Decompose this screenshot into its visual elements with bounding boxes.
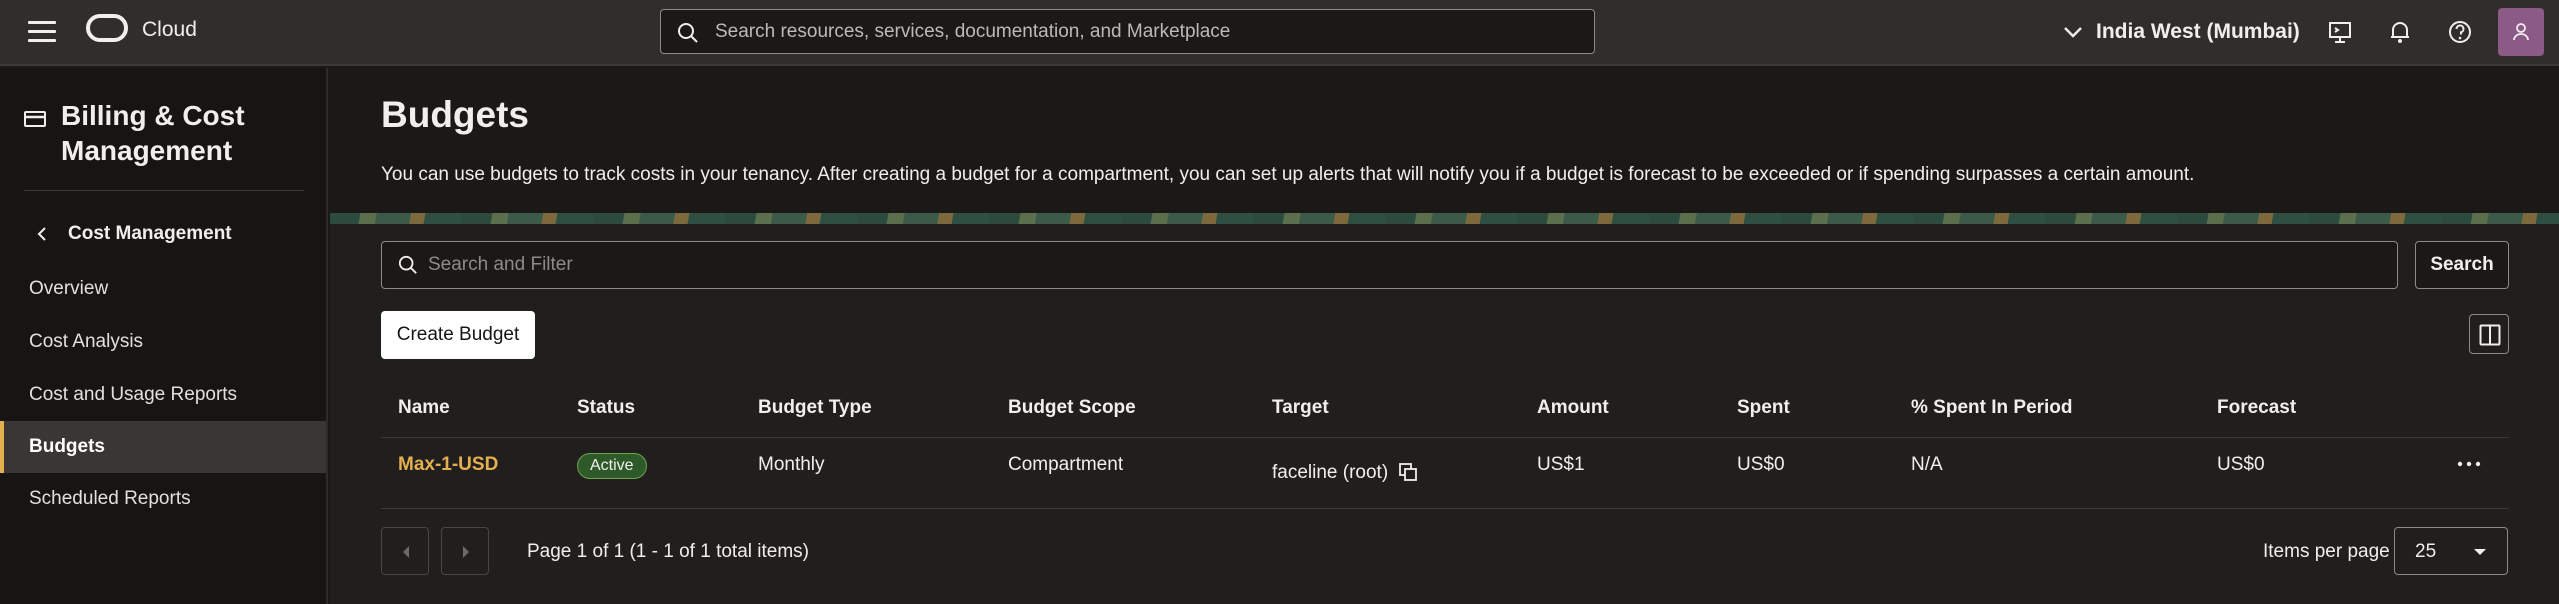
search-icon [678, 23, 698, 43]
credit-card-icon [24, 111, 46, 127]
column-header-name[interactable]: Name [398, 397, 450, 419]
column-header-forecast[interactable]: Forecast [2217, 397, 2296, 419]
status-badge: Active [577, 453, 647, 479]
items-per-page-value: 25 [2415, 541, 2437, 562]
column-settings-button[interactable] [2469, 314, 2509, 354]
column-header-pct-spent[interactable]: % Spent In Period [1911, 397, 2073, 419]
region-label: India West (Mumbai) [2096, 20, 2300, 43]
table-row-divider [381, 508, 2509, 509]
forecast-cell: US$0 [2217, 454, 2265, 475]
top-bar: Cloud India West (Mumbai) [0, 0, 2559, 66]
sidebar-item-overview[interactable]: Overview [0, 263, 326, 315]
cloud-shell-icon[interactable] [2326, 18, 2354, 46]
region-selector[interactable]: India West (Mumbai) [2062, 17, 2300, 47]
sidebar-item-scheduled-reports[interactable]: Scheduled Reports [0, 473, 326, 525]
create-budget-button[interactable]: Create Budget [381, 311, 535, 359]
next-page-button[interactable] [441, 527, 489, 575]
spent-cell: US$0 [1737, 454, 1785, 475]
budget-type-cell: Monthly [758, 454, 825, 475]
bell-icon[interactable] [2386, 18, 2414, 46]
chevron-left-icon [403, 546, 409, 558]
target-cell: faceline (root) [1272, 462, 1389, 483]
search-button[interactable]: Search [2415, 241, 2509, 289]
decorative-banner [330, 213, 2559, 224]
oracle-logo[interactable] [86, 14, 128, 42]
user-icon [2513, 23, 2529, 41]
search-icon [398, 255, 417, 274]
budget-name-link[interactable]: Max-1-USD [398, 454, 498, 476]
column-header-status[interactable]: Status [577, 397, 635, 419]
items-per-page-select[interactable]: 25 [2394, 527, 2508, 575]
pct-spent-cell: N/A [1911, 454, 1943, 475]
sidebar-title: Billing & Cost Management [61, 100, 245, 166]
amount-cell: US$1 [1537, 454, 1585, 475]
sidebar-item-cost-usage-reports[interactable]: Cost and Usage Reports [0, 369, 326, 421]
column-header-target[interactable]: Target [1272, 397, 1329, 419]
sidebar-item-budgets[interactable]: Budgets [0, 421, 326, 473]
caret-down-icon [2474, 549, 2486, 555]
global-search[interactable] [660, 9, 1595, 54]
menu-icon[interactable] [28, 21, 56, 43]
column-header-amount[interactable]: Amount [1537, 397, 1609, 419]
items-per-page-label: Items per page [2263, 541, 2390, 562]
user-avatar[interactable] [2498, 8, 2544, 56]
chevron-down-icon [2064, 27, 2082, 38]
help-icon[interactable] [2446, 18, 2474, 46]
sidebar: Billing & Cost Management Cost Managemen… [0, 68, 328, 604]
table-header-divider [381, 437, 2509, 438]
previous-page-button[interactable] [381, 527, 429, 575]
column-header-budget-type[interactable]: Budget Type [758, 397, 872, 419]
page-description: You can use budgets to track costs in yo… [381, 164, 2195, 185]
pagination-summary: Page 1 of 1 (1 - 1 of 1 total items) [527, 541, 809, 562]
global-search-input[interactable] [715, 10, 1575, 53]
chevron-right-icon [463, 546, 469, 558]
page-title: Budgets [381, 94, 529, 135]
sidebar-item-cost-analysis[interactable]: Cost Analysis [0, 316, 326, 368]
columns-icon [2479, 324, 2501, 346]
budget-scope-cell: Compartment [1008, 454, 1124, 475]
chevron-left-icon [37, 227, 46, 241]
column-header-spent[interactable]: Spent [1737, 397, 1790, 419]
back-label: Cost Management [68, 223, 232, 244]
column-header-budget-scope[interactable]: Budget Scope [1008, 397, 1136, 419]
filter-search[interactable] [381, 241, 2398, 289]
copy-icon[interactable] [1398, 462, 1418, 482]
more-actions-icon[interactable] [2456, 457, 2482, 471]
filter-search-input[interactable] [428, 242, 2378, 288]
divider [24, 190, 304, 191]
back-to-cost-management[interactable]: Cost Management [36, 223, 232, 245]
brand-label[interactable]: Cloud [142, 18, 197, 42]
